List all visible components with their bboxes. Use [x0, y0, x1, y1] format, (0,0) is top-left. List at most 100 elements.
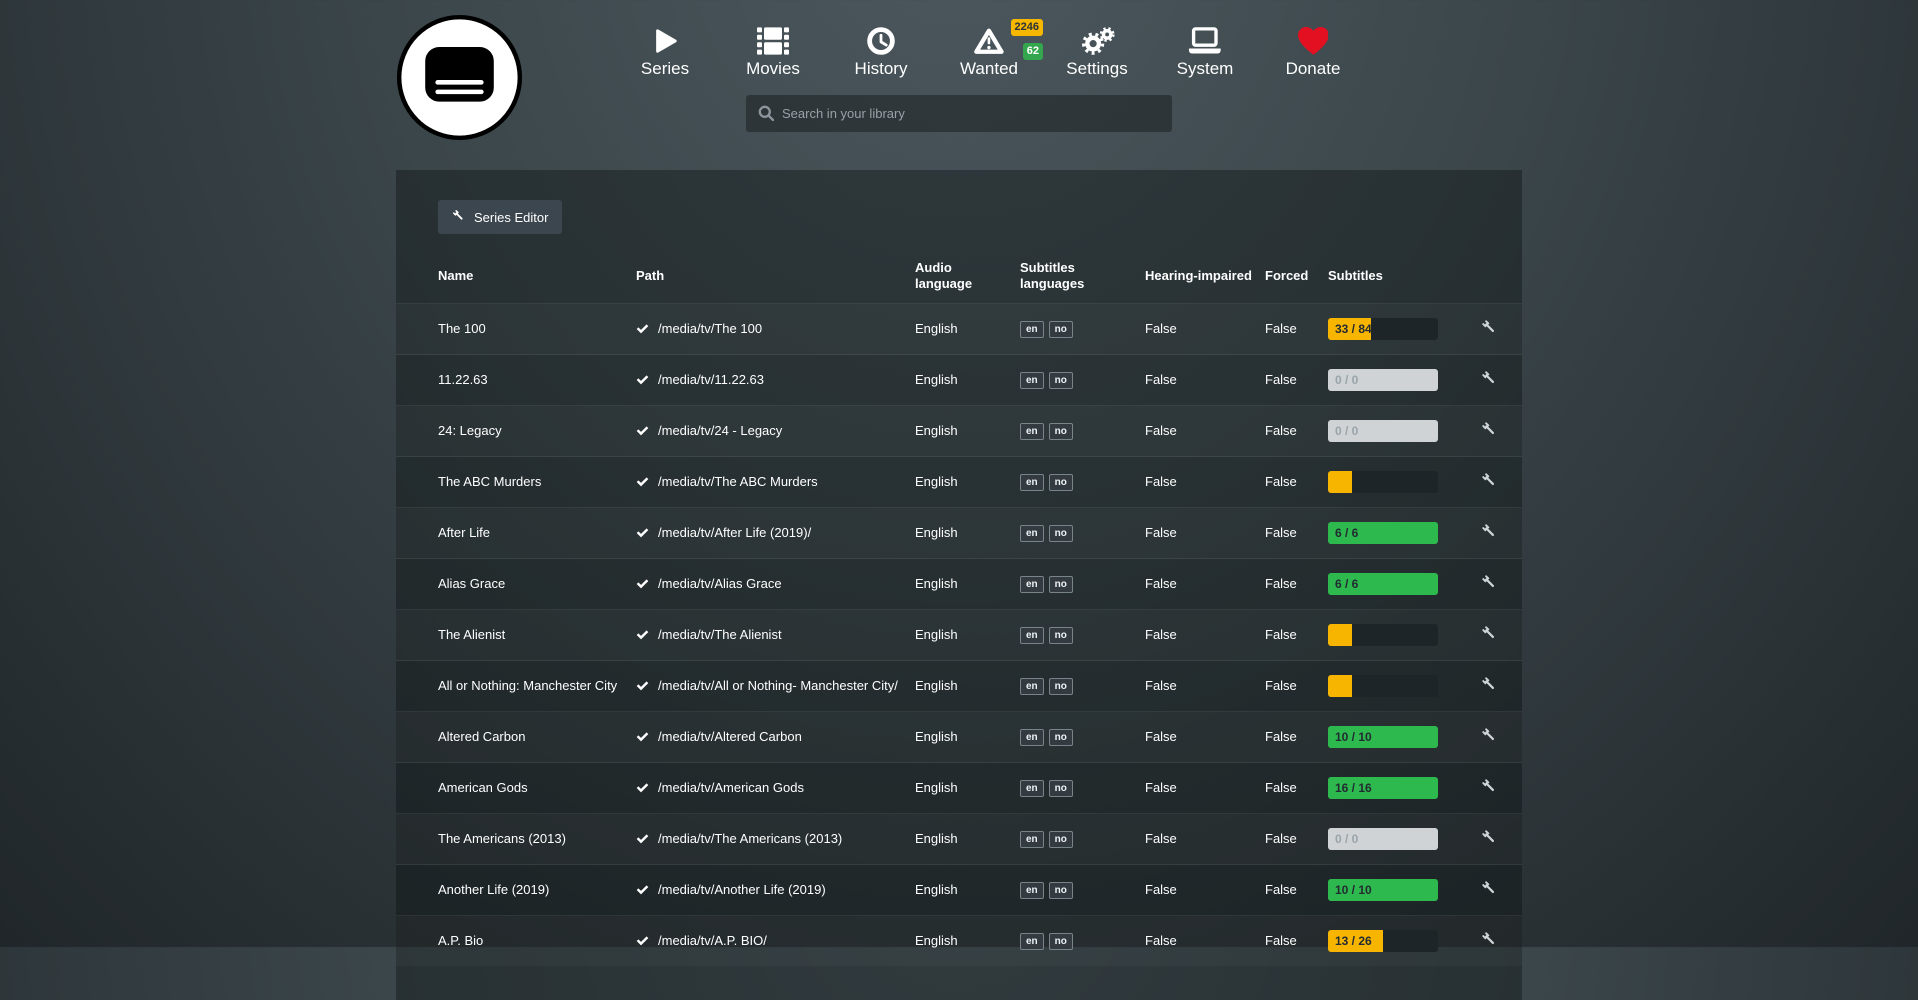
nav-item-movies[interactable]: Movies [729, 26, 817, 79]
series-name[interactable]: The 100 [396, 304, 636, 355]
edit-series-wrench-icon[interactable] [1481, 421, 1497, 442]
subtitles-progress [1328, 471, 1438, 493]
progress-fill [1328, 471, 1352, 493]
edit-series-wrench-icon[interactable] [1481, 931, 1497, 952]
hearing-impaired-value: False [1145, 661, 1265, 712]
series-name[interactable]: American Gods [396, 763, 636, 814]
subtitles-cell: 6 / 6 [1328, 508, 1466, 559]
edit-series-wrench-icon[interactable] [1481, 727, 1497, 748]
edit-series-wrench-icon[interactable] [1481, 319, 1497, 340]
main-nav: Series Movies History [456, 0, 1522, 79]
series-editor-button[interactable]: Series Editor [438, 200, 562, 234]
library-search [746, 95, 1172, 132]
subtitles-progress: 13 / 26 [1328, 930, 1438, 952]
subtitles-languages-cell: enno [1020, 508, 1145, 559]
series-name[interactable]: 11.22.63 [396, 355, 636, 406]
series-path: /media/tv/The Americans (2013) [658, 831, 842, 846]
forced-value: False [1265, 304, 1328, 355]
edit-series-wrench-icon[interactable] [1481, 676, 1497, 697]
subtitles-progress: 33 / 84 [1328, 318, 1438, 340]
progress-fill [1328, 624, 1352, 646]
series-path: /media/tv/All or Nothing- Manchester Cit… [658, 678, 898, 693]
table-header-row: Name Path Audio language Subtitles langu… [396, 250, 1522, 304]
edit-series-wrench-icon[interactable] [1481, 778, 1497, 799]
series-name[interactable]: The ABC Murders [396, 457, 636, 508]
check-icon [636, 729, 649, 746]
subtitles-progress: 6 / 6 [1328, 522, 1438, 544]
subtitles-languages-cell: enno [1020, 661, 1145, 712]
nav-label: Donate [1286, 59, 1341, 79]
heart-icon [1298, 26, 1329, 56]
gears-icon [1080, 26, 1115, 56]
edit-series-wrench-icon[interactable] [1481, 880, 1497, 901]
series-name[interactable]: Alias Grace [396, 559, 636, 610]
language-badge: no [1049, 933, 1073, 950]
header-path: Path [636, 250, 915, 304]
edit-series-wrench-icon[interactable] [1481, 625, 1497, 646]
forced-value: False [1265, 457, 1328, 508]
series-name[interactable]: The Americans (2013) [396, 814, 636, 865]
forced-value: False [1265, 508, 1328, 559]
app-logo[interactable] [396, 14, 523, 141]
language-badge: en [1020, 525, 1044, 542]
nav-label: History [855, 59, 908, 79]
row-actions-cell [1466, 865, 1522, 916]
subtitles-languages-cell: enno [1020, 916, 1145, 967]
edit-series-wrench-icon[interactable] [1481, 523, 1497, 544]
audio-language-value: English [915, 508, 1020, 559]
language-badge: no [1049, 321, 1073, 338]
forced-value: False [1265, 763, 1328, 814]
nav-item-donate[interactable]: Donate [1269, 26, 1357, 79]
nav-label: System [1177, 59, 1234, 79]
check-icon [636, 831, 649, 848]
forced-value: False [1265, 916, 1328, 967]
series-path-cell: /media/tv/Altered Carbon [636, 712, 915, 763]
edit-series-wrench-icon[interactable] [1481, 574, 1497, 595]
table-row: The ABC Murders /media/tv/The ABC Murder… [396, 457, 1522, 508]
series-name[interactable]: The Alienist [396, 610, 636, 661]
warning-triangle-icon [974, 26, 1004, 56]
check-icon [636, 678, 649, 695]
table-row: After Life /media/tv/After Life (2019)/ … [396, 508, 1522, 559]
nav-item-series[interactable]: Series [621, 26, 709, 79]
language-badge: en [1020, 882, 1044, 899]
series-name[interactable]: After Life [396, 508, 636, 559]
language-badge: en [1020, 372, 1044, 389]
edit-series-wrench-icon[interactable] [1481, 370, 1497, 391]
series-name[interactable]: Another Life (2019) [396, 865, 636, 916]
check-icon [636, 321, 649, 338]
hearing-impaired-value: False [1145, 406, 1265, 457]
search-input[interactable] [746, 95, 1172, 132]
nav-item-settings[interactable]: Settings [1053, 26, 1141, 79]
series-path-cell: /media/tv/The ABC Murders [636, 457, 915, 508]
progress-label: 13 / 26 [1335, 930, 1372, 952]
table-row: The 100 /media/tv/The 100 English enno F… [396, 304, 1522, 355]
language-badge: en [1020, 780, 1044, 797]
audio-language-value: English [915, 661, 1020, 712]
edit-series-wrench-icon[interactable] [1481, 829, 1497, 850]
series-name[interactable]: A.P. Bio [396, 916, 636, 967]
series-name[interactable]: 24: Legacy [396, 406, 636, 457]
language-badge: no [1049, 576, 1073, 593]
forced-value: False [1265, 865, 1328, 916]
audio-language-value: English [915, 610, 1020, 661]
nav-item-history[interactable]: History [837, 26, 925, 79]
series-name[interactable]: Altered Carbon [396, 712, 636, 763]
subtitles-languages-cell: enno [1020, 814, 1145, 865]
language-badge: en [1020, 423, 1044, 440]
series-path-cell: /media/tv/A.P. BIO/ [636, 916, 915, 967]
series-name[interactable]: All or Nothing: Manchester City [396, 661, 636, 712]
header-audio-language: Audio language [915, 250, 1020, 304]
subtitles-languages-cell: enno [1020, 559, 1145, 610]
language-badge: en [1020, 729, 1044, 746]
nav-item-system[interactable]: System [1161, 26, 1249, 79]
film-icon [757, 26, 789, 56]
series-path-cell: /media/tv/After Life (2019)/ [636, 508, 915, 559]
table-row: Alias Grace /media/tv/Alias Grace Englis… [396, 559, 1522, 610]
series-path-cell: /media/tv/11.22.63 [636, 355, 915, 406]
subtitles-cell: 16 / 16 [1328, 763, 1466, 814]
edit-series-wrench-icon[interactable] [1481, 472, 1497, 493]
nav-item-wanted[interactable]: 2246 62 Wanted [945, 26, 1033, 79]
language-badge: no [1049, 729, 1073, 746]
series-path: /media/tv/The ABC Murders [658, 474, 818, 489]
